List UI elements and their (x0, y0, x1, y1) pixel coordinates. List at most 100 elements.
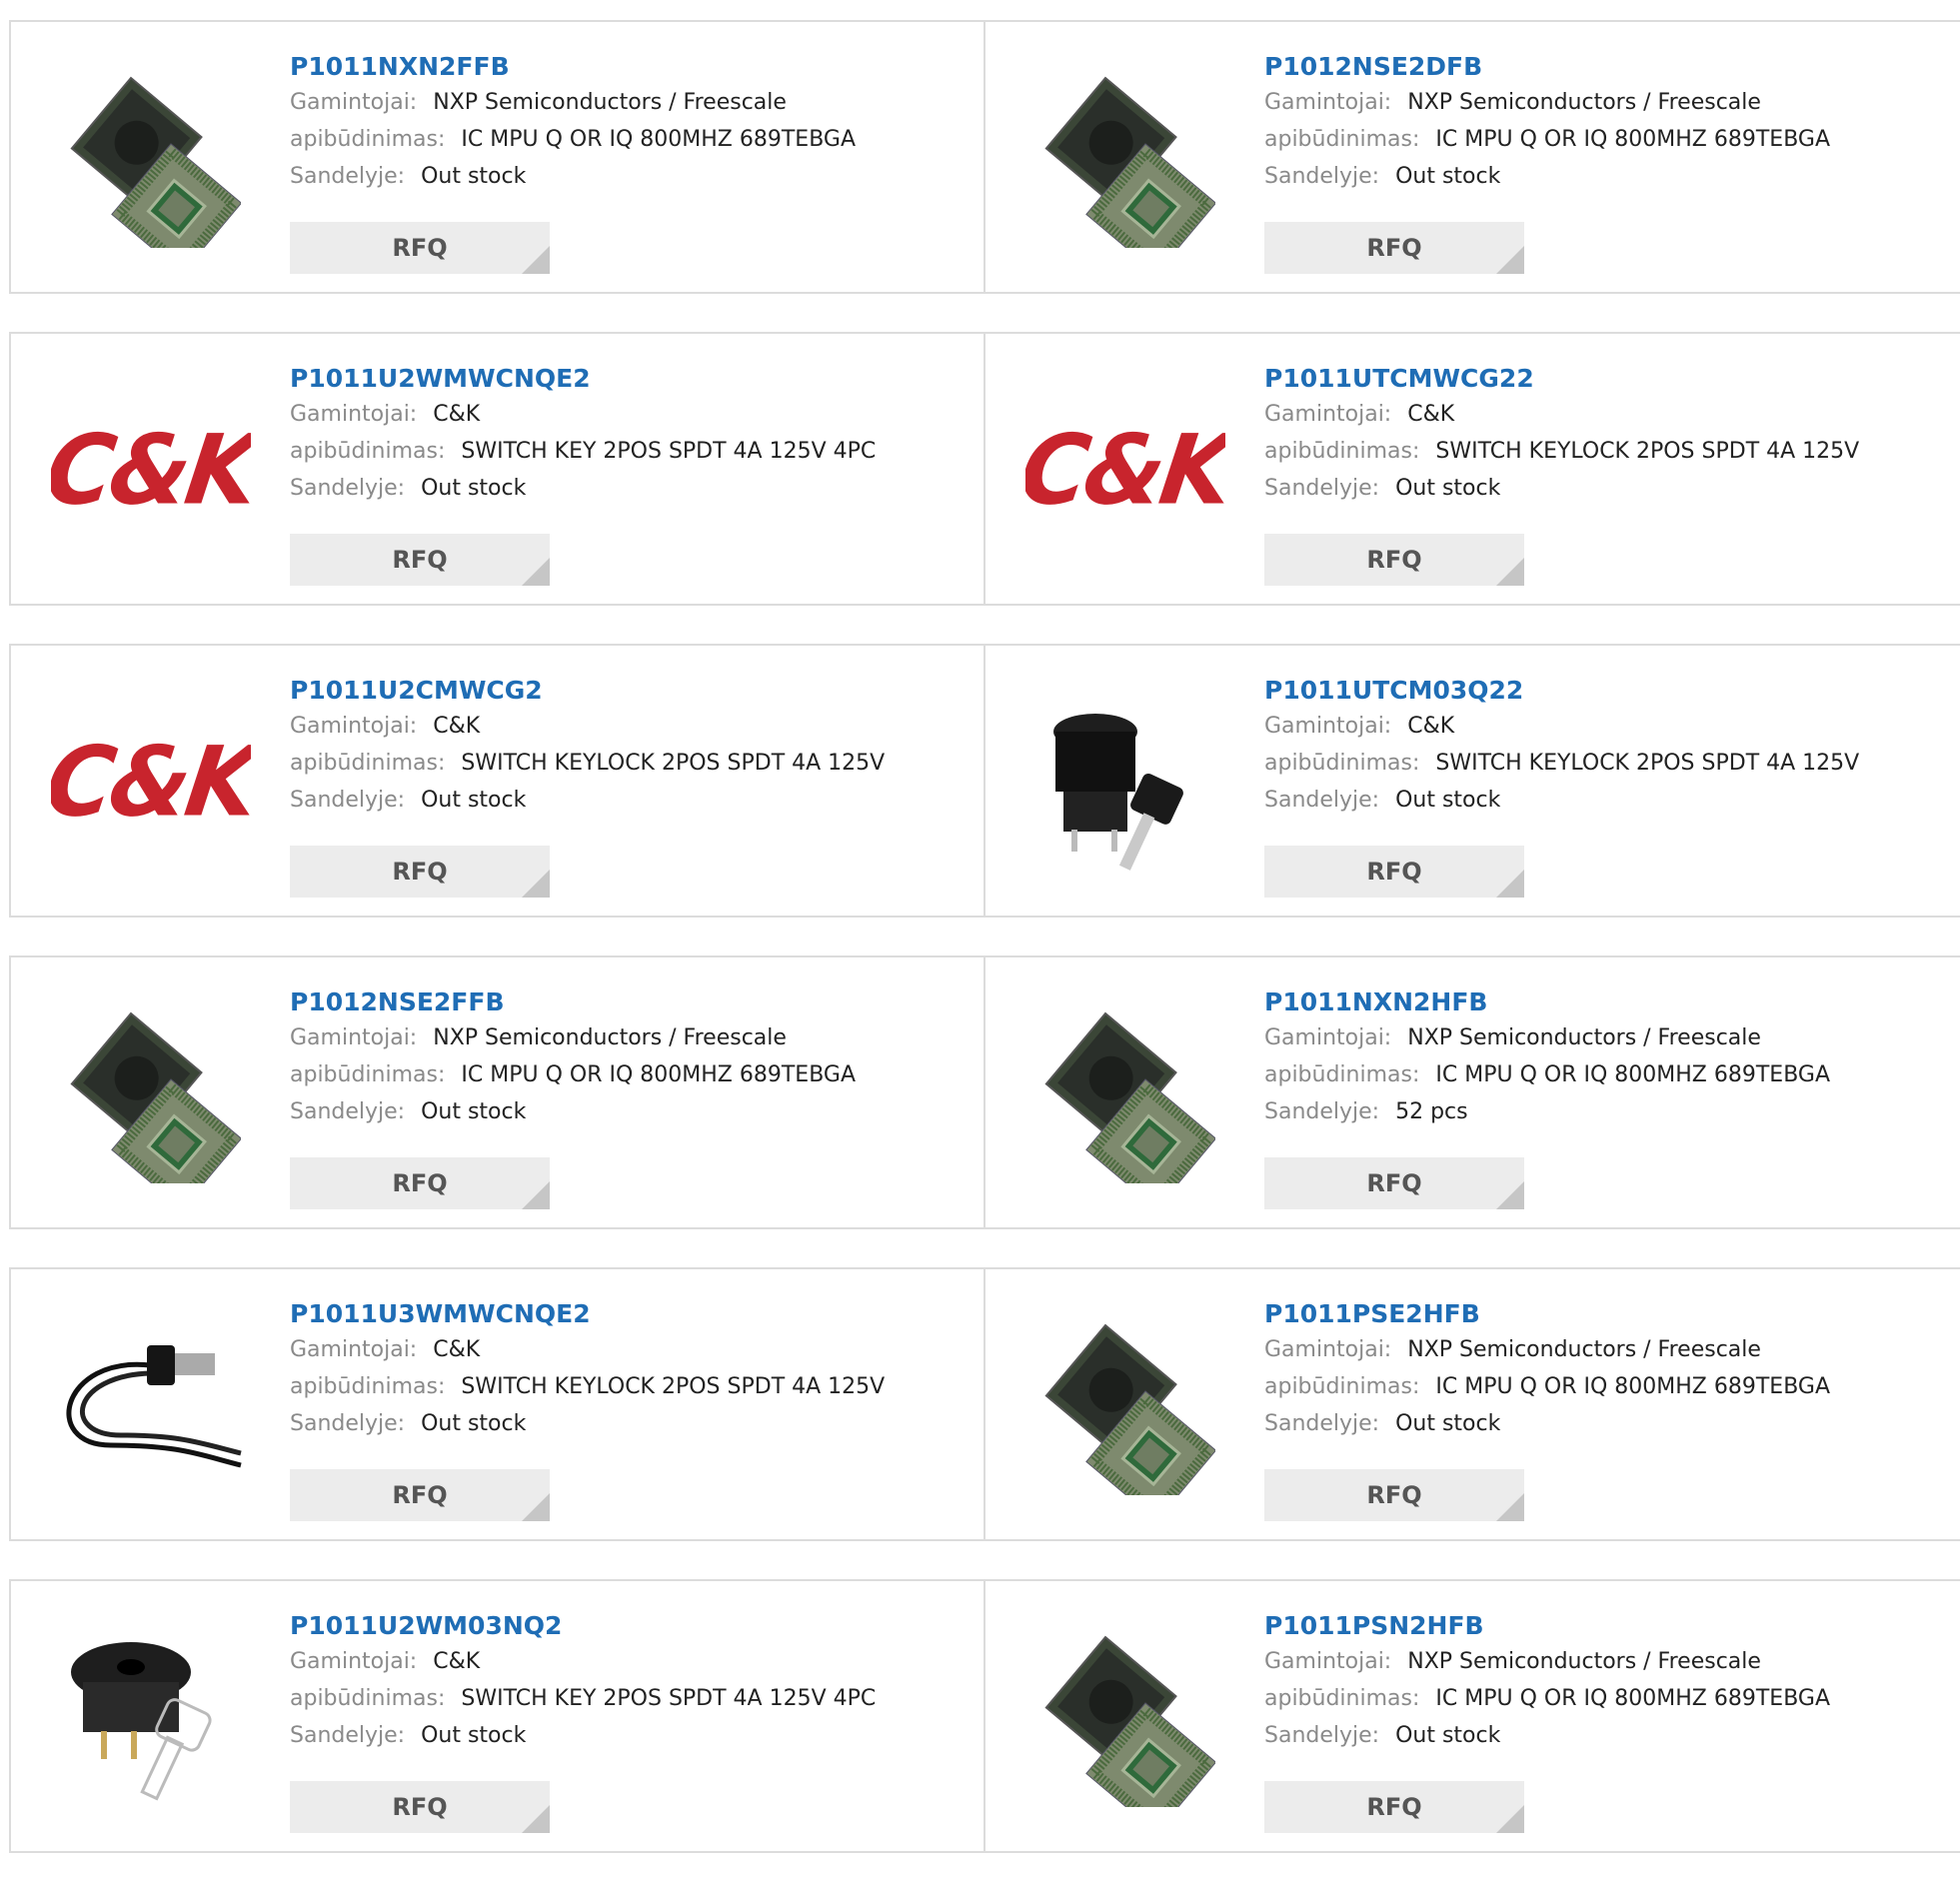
description-value: IC MPU Q OR IQ 800MHZ 689TEBGA (461, 127, 856, 152)
stock-label: Sandelyje: (290, 476, 406, 501)
product-image[interactable] (51, 1305, 251, 1505)
part-number-link[interactable]: P1011NXN2HFB (1264, 985, 1830, 1019)
description-label: apibūdinimas: (1264, 1374, 1420, 1399)
product-card: P1011NXN2HFB Gamintojai: NXP Semiconducto… (985, 957, 1960, 1227)
description-line: apibūdinimas: SWITCH KEYLOCK 2POS SPDT 4A… (290, 745, 885, 782)
rfq-label: RFQ (392, 1481, 448, 1509)
manufacturer-label: Gamintojai: (290, 90, 418, 115)
rfq-button[interactable]: RFQ (290, 222, 550, 274)
description-value: SWITCH KEYLOCK 2POS SPDT 4A 125V (461, 751, 886, 776)
ck-logo-icon: C&K (51, 413, 251, 527)
description-value: SWITCH KEYLOCK 2POS SPDT 4A 125V (1435, 751, 1860, 776)
product-image[interactable] (1025, 682, 1225, 882)
stock-value: Out stock (421, 1411, 527, 1436)
product-image[interactable] (51, 993, 251, 1193)
rfq-button[interactable]: RFQ (1264, 846, 1524, 898)
description-value: SWITCH KEY 2POS SPDT 4A 125V 4PC (461, 439, 877, 464)
manufacturer-label: Gamintojai: (1264, 90, 1392, 115)
product-info: P1011UTCM03Q22 Gamintojai: C&K apibūdinim… (1264, 674, 1859, 819)
stock-line: Sandelyje: Out stock (1264, 158, 1830, 195)
stock-line: Sandelyje: Out stock (1264, 782, 1859, 819)
description-label: apibūdinimas: (1264, 1686, 1420, 1711)
rfq-label: RFQ (392, 858, 448, 886)
corner-decoration (1496, 246, 1524, 274)
rfq-button[interactable]: RFQ (1264, 1781, 1524, 1833)
product-image[interactable] (1025, 1305, 1225, 1505)
product-info: P1011U3WMWCNQE2 Gamintojai: C&K apibūdini… (290, 1297, 885, 1442)
product-image[interactable] (1025, 1617, 1225, 1817)
product-image[interactable] (1025, 58, 1225, 258)
part-number-link[interactable]: P1011U2CMWCG2 (290, 674, 885, 708)
part-number-link[interactable]: P1011PSN2HFB (1264, 1609, 1830, 1643)
rfq-button[interactable]: RFQ (1264, 1469, 1524, 1521)
part-number-link[interactable]: P1011PSE2HFB (1264, 1297, 1830, 1331)
corner-decoration (1496, 1493, 1524, 1521)
ck-logo-icon: C&K (51, 725, 251, 839)
manufacturer-value: NXP Semiconductors / Freescale (1407, 1649, 1761, 1674)
rfq-button[interactable]: RFQ (290, 846, 550, 898)
stock-line: Sandelyje: Out stock (290, 1717, 876, 1754)
rfq-label: RFQ (392, 546, 448, 574)
rfq-label: RFQ (1366, 1481, 1422, 1509)
product-image[interactable]: C&K (51, 682, 251, 882)
description-value: SWITCH KEYLOCK 2POS SPDT 4A 125V (1435, 439, 1860, 464)
product-row: C&K P1011U2WMWCNQE2 Gamintojai: C&K apibū… (9, 332, 1960, 606)
rfq-button[interactable]: RFQ (290, 534, 550, 586)
stock-line: Sandelyje: Out stock (290, 158, 856, 195)
description-label: apibūdinimas: (290, 1374, 446, 1399)
description-line: apibūdinimas: SWITCH KEY 2POS SPDT 4A 125… (290, 1680, 876, 1717)
product-card: P1012NSE2FFB Gamintojai: NXP Semiconducto… (11, 957, 985, 1227)
product-card: P1011UTCM03Q22 Gamintojai: C&K apibūdinim… (985, 646, 1960, 916)
bga-chip-icon (70, 1011, 241, 1183)
rfq-label: RFQ (1366, 1793, 1422, 1821)
product-card: P1011PSE2HFB Gamintojai: NXP Semiconducto… (985, 1269, 1960, 1539)
product-card: C&K P1011U2CMWCG2 Gamintojai: C&K apibūdi… (11, 646, 985, 916)
product-image[interactable] (51, 1617, 251, 1817)
stock-label: Sandelyje: (1264, 788, 1380, 813)
part-number-link[interactable]: P1011U2WMWCNQE2 (290, 362, 876, 396)
description-label: apibūdinimas: (290, 1686, 446, 1711)
stock-label: Sandelyje: (1264, 1099, 1380, 1124)
corner-decoration (522, 1493, 550, 1521)
stock-label: Sandelyje: (290, 788, 406, 813)
product-card: C&K P1011U2WMWCNQE2 Gamintojai: C&K apibū… (11, 334, 985, 604)
part-number-link[interactable]: P1011UTCM03Q22 (1264, 674, 1859, 708)
stock-value: Out stock (421, 476, 527, 501)
rfq-button[interactable]: RFQ (290, 1781, 550, 1833)
rfq-button[interactable]: RFQ (290, 1157, 550, 1209)
rfq-label: RFQ (1366, 234, 1422, 262)
manufacturer-line: Gamintojai: NXP Semiconductors / Freescal… (1264, 1019, 1830, 1056)
part-number-link[interactable]: P1011NXN2FFB (290, 50, 856, 84)
product-card: P1011U3WMWCNQE2 Gamintojai: C&K apibūdini… (11, 1269, 985, 1539)
description-line: apibūdinimas: IC MPU Q OR IQ 800MHZ 689TE… (1264, 1680, 1830, 1717)
product-row: P1012NSE2FFB Gamintojai: NXP Semiconducto… (9, 955, 1960, 1229)
stock-line: Sandelyje: 52 pcs (1264, 1093, 1830, 1130)
product-image[interactable]: C&K (51, 370, 251, 570)
product-card: P1012NSE2DFB Gamintojai: NXP Semiconducto… (985, 22, 1960, 292)
product-row: P1011U3WMWCNQE2 Gamintojai: C&K apibūdini… (9, 1267, 1960, 1541)
part-number-link[interactable]: P1012NSE2FFB (290, 985, 856, 1019)
product-image[interactable] (51, 58, 251, 258)
manufacturer-line: Gamintojai: NXP Semiconductors / Freescal… (290, 1019, 856, 1056)
product-info: P1011PSE2HFB Gamintojai: NXP Semiconducto… (1264, 1297, 1830, 1442)
rfq-button[interactable]: RFQ (1264, 1157, 1524, 1209)
manufacturer-value: C&K (1407, 714, 1455, 739)
manufacturer-value: C&K (1407, 402, 1455, 427)
part-number-link[interactable]: P1011U2WM03NQ2 (290, 1609, 876, 1643)
product-image[interactable] (1025, 993, 1225, 1193)
description-label: apibūdinimas: (290, 1062, 446, 1087)
stock-value: Out stock (1395, 788, 1501, 813)
rfq-button[interactable]: RFQ (1264, 534, 1524, 586)
product-image[interactable]: C&K (1025, 370, 1225, 570)
rfq-button[interactable]: RFQ (290, 1469, 550, 1521)
rfq-button[interactable]: RFQ (1264, 222, 1524, 274)
keylock-switch-icon (1053, 714, 1183, 871)
product-card: C&K P1011UTCMWCG22 Gamintojai: C&K apibūd… (985, 334, 1960, 604)
corner-decoration (522, 870, 550, 898)
part-number-link[interactable]: P1011U3WMWCNQE2 (290, 1297, 885, 1331)
rfq-label: RFQ (1366, 546, 1422, 574)
manufacturer-value: NXP Semiconductors / Freescale (1407, 1025, 1761, 1050)
key-switch-icon (71, 1642, 212, 1801)
part-number-link[interactable]: P1011UTCMWCG22 (1264, 362, 1859, 396)
part-number-link[interactable]: P1012NSE2DFB (1264, 50, 1830, 84)
